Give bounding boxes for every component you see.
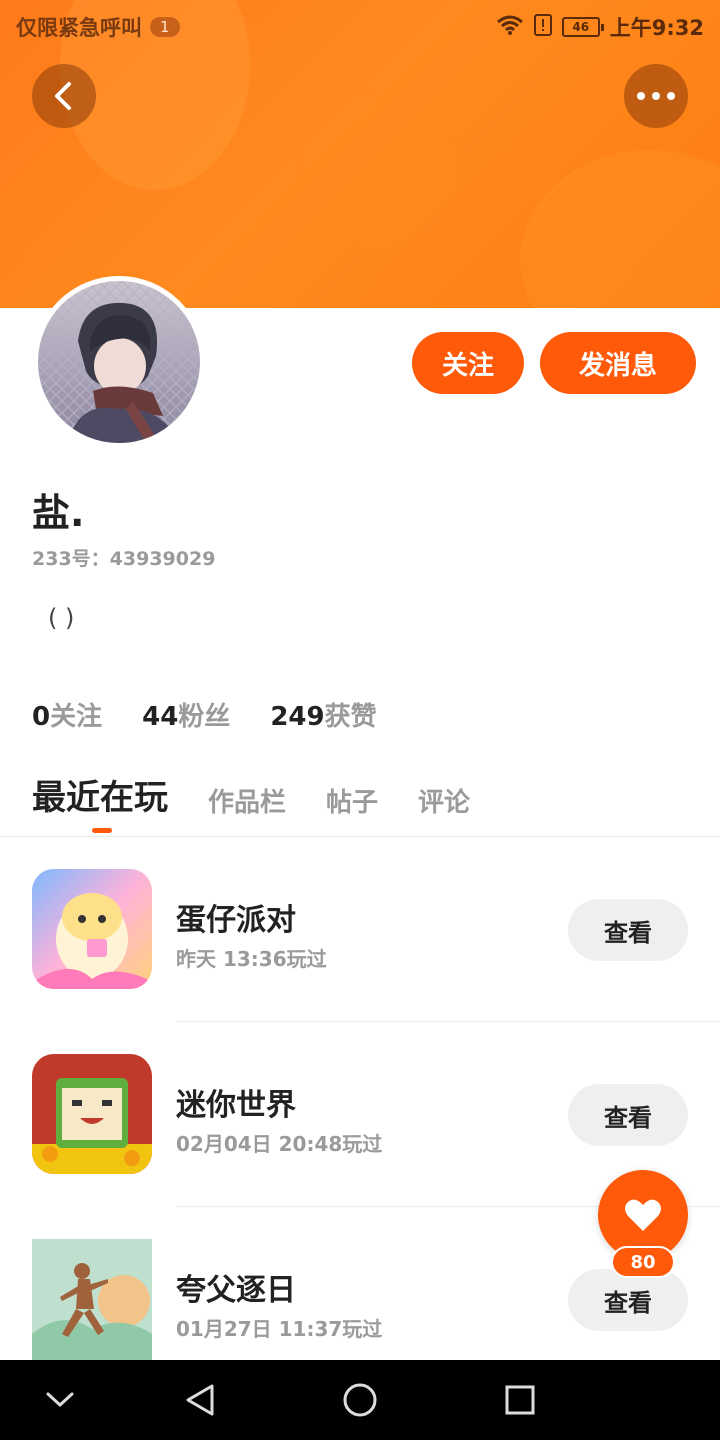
profile-stats: 0关注 44粉丝 249获赞 [32,696,377,733]
game-played-time: 昨天 13:36玩过 [176,947,327,971]
wifi-icon [496,14,524,40]
tab-recently-played[interactable]: 最近在玩 [32,770,168,833]
status-time: 上午9:32 [609,16,704,40]
send-message-button[interactable]: 发消息 [540,332,696,394]
tab-indicator [92,828,112,833]
game-name: 夸父逐日 [176,1273,296,1308]
view-button[interactable]: 查看 [568,1084,688,1146]
user-bio: ( ) [48,604,75,632]
divider [176,1021,720,1022]
more-button[interactable] [624,64,688,128]
back-triangle-icon[interactable] [180,1380,220,1420]
stat-fans-count: 44 [142,702,179,732]
stat-likes-label: 获赞 [324,702,377,732]
stat-fans[interactable]: 44粉丝 [142,696,230,733]
tab-comments[interactable]: 评论 [418,782,470,819]
stat-following-count: 0 [32,702,51,732]
tab-label: 最近在玩 [32,778,168,818]
view-button[interactable]: 查看 [568,1269,688,1331]
avatar[interactable] [33,276,205,448]
chevron-down-icon[interactable] [40,1380,80,1420]
back-button[interactable] [32,64,96,128]
game-name: 蛋仔派对 [176,903,296,938]
battery-icon: 46 [561,17,604,37]
recents-square-icon[interactable] [500,1380,540,1420]
chevron-left-icon [55,82,71,110]
game-name: 迷你世界 [176,1088,296,1123]
more-dots-icon [637,92,675,100]
tab-posts[interactable]: 帖子 [326,782,378,819]
user-id: 233号：43939029 [32,548,216,570]
avatar-image [38,281,200,443]
heart-icon [625,1199,661,1231]
stat-following[interactable]: 0关注 [32,696,102,733]
eggy-party-icon [32,869,152,989]
notification-badge: 1 [150,17,180,37]
stat-fans-label: 粉丝 [178,702,231,732]
home-circle-icon[interactable] [340,1380,380,1420]
profile-tabs: 最近在玩 作品栏 帖子 评论 [32,770,470,833]
username: 盐. [32,491,85,535]
follow-button[interactable]: 关注 [412,332,524,394]
carrier-text: 仅限紧急呼叫 [16,16,142,40]
game-played-time: 02月04日 20:48玩过 [176,1132,383,1156]
list-item[interactable]: 蛋仔派对 昨天 13:36玩过 查看 [0,869,720,1009]
like-count-badge: 80 [611,1246,675,1278]
stat-likes[interactable]: 249获赞 [270,696,376,733]
stat-following-label: 关注 [50,702,103,732]
system-nav-bar [0,1360,720,1440]
divider [0,836,720,837]
kuafu-icon [32,1239,152,1360]
tab-works[interactable]: 作品栏 [208,782,286,819]
mini-world-icon [32,1054,152,1174]
stat-likes-count: 249 [270,702,325,732]
game-played-time: 01月27日 11:37玩过 [176,1317,383,1341]
status-bar: 仅限紧急呼叫 1 46 上午9:32 [0,0,720,52]
alert-icon [533,14,552,40]
list-item[interactable]: 迷你世界 02月04日 20:48玩过 查看 [0,1054,720,1194]
view-button[interactable]: 查看 [568,899,688,961]
